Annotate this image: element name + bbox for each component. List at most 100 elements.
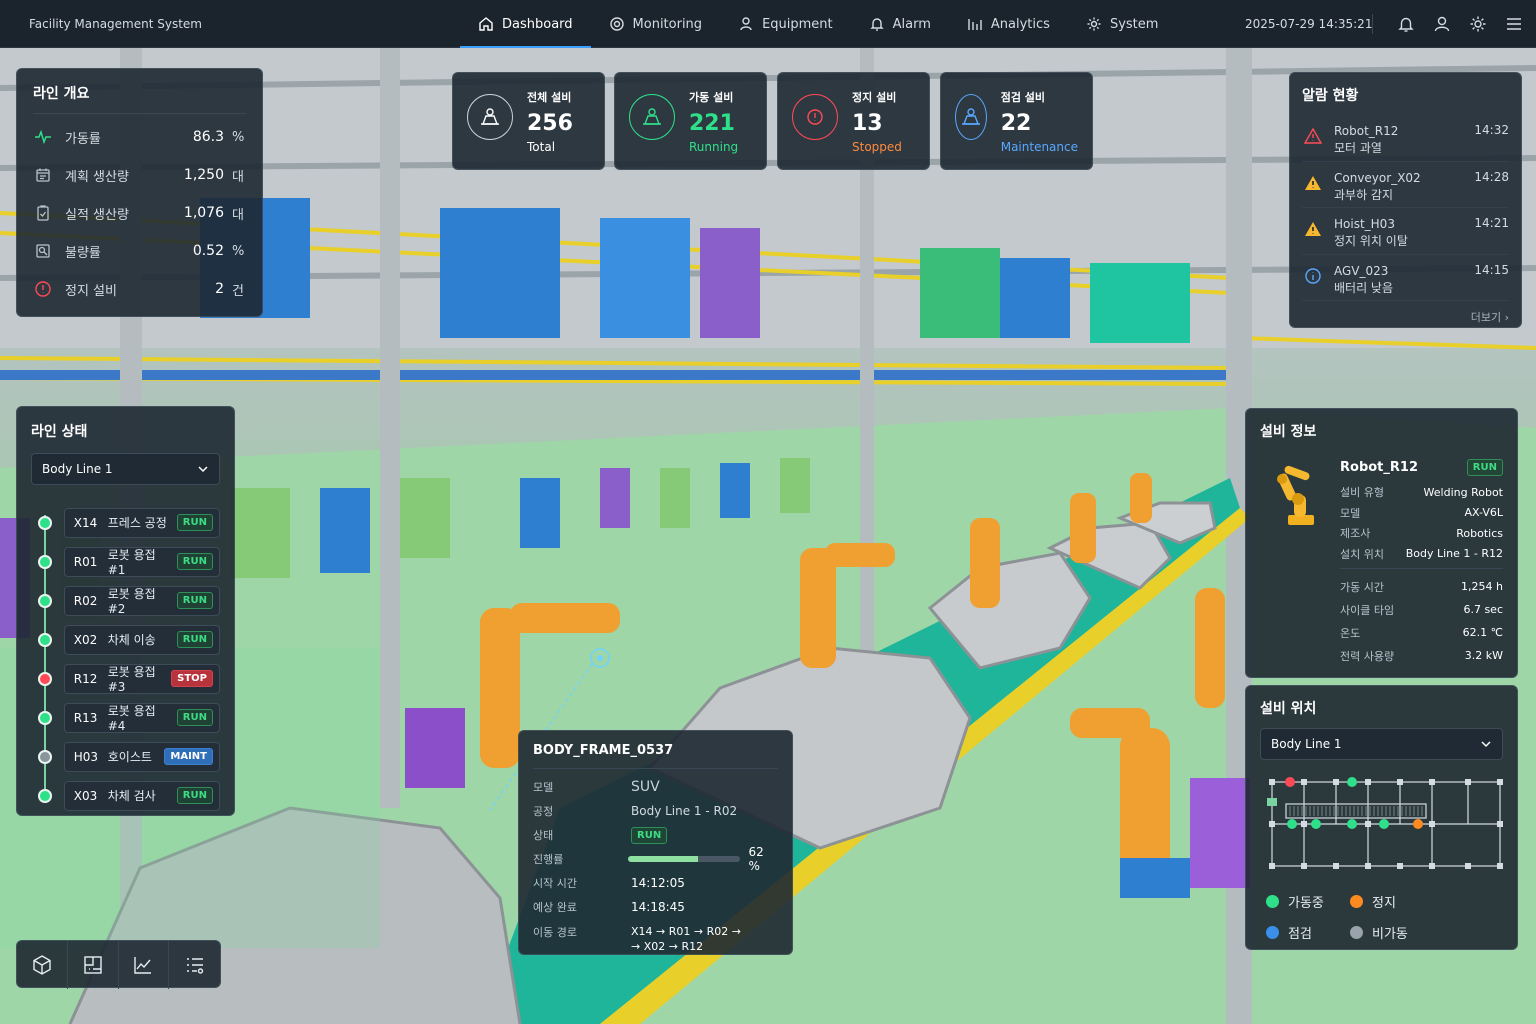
kpi-label: 가동 설비 [689,91,734,104]
alarm-item[interactable]: Robot_R12 모터 과열 14:32 [1302,115,1509,162]
kpi-card-maintenance[interactable]: 점검 설비 22 Maintenance [940,72,1093,170]
status-dot [38,632,52,647]
popup-label: 공정 [533,805,554,818]
map-marker-running [1379,819,1389,829]
metric-key: 온도 [1340,626,1361,640]
popup-label: 이동 경로 [533,926,577,939]
equipment-info-panel: 설비 정보 Robot_R12 RUN 설비 유형 Welding Robot 모… [1245,408,1518,678]
process-name: 차체 이송 [107,633,156,647]
kpi-card-running[interactable]: 가동 설비 221 Running [614,72,767,170]
nav-analytics[interactable]: Analytics [949,0,1068,48]
overview-label: 정지 설비 [65,283,117,299]
nav-equipment[interactable]: Equipment [720,0,851,48]
nav-alarm[interactable]: Alarm [851,0,949,48]
overview-unit: % [232,129,245,145]
nav-alarm-label: Alarm [892,16,931,32]
process-item[interactable]: R02 로봇 용접 #2 RUN [31,581,220,620]
floor-layout-map[interactable] [1264,776,1504,876]
3d-view-button[interactable] [17,941,68,989]
clipboard-icon [33,203,53,223]
process-item[interactable]: X03 차체 검사 RUN [31,776,220,815]
spec-key: 제조사 [1340,527,1371,541]
notification-bell-icon[interactable] [1397,15,1415,33]
alarm-item[interactable]: Hoist_H03 정지 위치 이탈 14:21 [1302,208,1509,255]
line-select[interactable]: Body Line 1 [31,453,220,485]
map-marker-running [1347,819,1357,829]
alarm-desc: 모터 과열 [1334,141,1382,155]
nav-monitoring[interactable]: Monitoring [591,0,721,48]
alarm-item[interactable]: Conveyor_X02 과부하 감지 14:28 [1302,162,1509,208]
pulse-icon [33,127,53,147]
overview-value: 1,076 [183,205,224,221]
overview-row-defect: 불량률 0.52 % [33,232,246,270]
menu-icon[interactable] [1505,15,1523,33]
status-dot [38,749,52,764]
process-item[interactable]: X14 프레스 공정 RUN [31,503,220,542]
process-item[interactable]: R12 로봇 용접 #3 STOP [31,659,220,698]
bar-chart-icon [968,19,982,30]
spec-value: Body Line 1 - R12 [1405,547,1503,561]
kpi-sublabel: Maintenance [1000,140,1078,154]
process-name: 로봇 용접 #2 [107,587,156,616]
overview-row-planned: 계획 생산량 1,250 대 [33,156,246,194]
progress-bar [628,856,741,862]
divider [1372,14,1373,34]
process-item[interactable]: R13 로봇 용접 #4 RUN [31,698,220,737]
legend-item: 점검 [1266,923,1350,942]
warning-icon [1305,222,1321,236]
kpi-value: 22 [1000,111,1032,136]
kpi-card-stopped[interactable]: 정지 설비 13 Stopped [777,72,930,170]
legend-label: 점검 [1288,927,1312,942]
overview-row-availability: 가동률 86.3 % [33,118,246,156]
nav-monitoring-label: Monitoring [632,16,703,32]
popup-value: 14:18:45 [631,900,685,914]
process-item[interactable]: H03 호이스트 MAINT [31,737,220,776]
process-name: 로봇 용접 #1 [107,548,156,577]
process-code: R02 [73,593,98,608]
list-settings-button[interactable] [169,941,220,989]
metric-row: 가동 시간 1,254 h [1340,575,1503,598]
popup-value: Body Line 1 - R02 [631,804,738,818]
status-dot [38,671,52,686]
spec-value: AX-V6L [1464,506,1504,520]
popup-row-eta: 예상 완료 14:18:45 [533,895,778,919]
line-status-panel: 라인 상태 Body Line 1 X14 프레스 공정 RUN R01 로봇 용접 … [16,406,235,816]
alarm-time: 14:28 [1474,169,1509,184]
legend-item: 비가동 [1350,923,1450,942]
kpi-value: 221 [689,111,735,136]
process-name: 로봇 용접 #3 [107,665,156,694]
kpi-value: 256 [527,111,573,136]
trend-view-button[interactable] [119,941,170,989]
layout-view-button[interactable] [68,941,119,989]
status-dot [38,710,52,725]
gear-icon [1087,17,1101,31]
robot-running-icon [629,94,675,140]
alarm-item[interactable]: AGV_023 배터리 낮음 14:15 [1302,255,1509,301]
process-code: X14 [73,515,98,530]
legend-label: 가동중 [1288,896,1324,911]
nav-system[interactable]: System [1068,0,1176,48]
current-datetime: 2025-07-29 14:35:21 [1245,17,1373,31]
kpi-value: 13 [852,111,883,136]
more-alarms-link[interactable]: 더보기 › [1302,309,1509,325]
nav-dashboard[interactable]: Dashboard [460,0,591,48]
route-line: X14 → R01 → R02 → [631,925,741,938]
popup-label: 모델 [533,781,554,794]
settings-gear-icon[interactable] [1469,15,1487,33]
alarm-time: 14:15 [1474,262,1509,277]
status-legend: 가동중 정지 점검 비가동 [1266,892,1503,942]
line-chart-icon [134,957,152,974]
user-icon[interactable] [1433,15,1451,33]
overview-label: 가동률 [65,131,101,147]
overview-unit: % [232,243,245,259]
process-item[interactable]: X02 차체 이송 RUN [31,620,220,659]
kpi-card-total[interactable]: 전체 설비 256 Total [452,72,605,170]
metric-row: 사이클 타임 6.7 sec [1340,598,1503,621]
divider [1340,568,1503,569]
defect-report-icon [33,241,53,261]
overview-unit: 대 [232,169,244,185]
process-item[interactable]: R01 로봇 용접 #1 RUN [31,542,220,581]
process-code: R01 [73,554,98,569]
progress-text: 62 % [748,845,764,873]
location-line-select[interactable]: Body Line 1 [1260,728,1503,760]
